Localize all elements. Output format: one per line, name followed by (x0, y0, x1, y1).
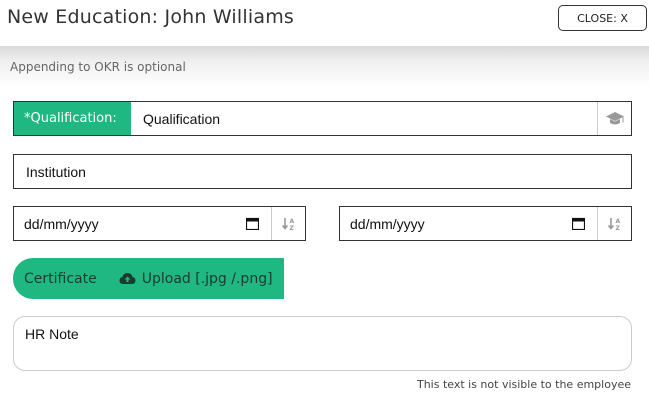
end-date-value[interactable]: dd/mm/yyyy (340, 216, 567, 232)
svg-text:Z: Z (289, 225, 294, 232)
qualification-input[interactable] (131, 102, 597, 135)
dialog-title: New Education: John Williams (7, 6, 295, 28)
upload-button[interactable]: Upload [.jpg /.png] (119, 271, 273, 287)
certificate-label: Certificate (24, 270, 97, 287)
cloud-upload-icon (119, 273, 136, 284)
calendar-icon[interactable] (241, 207, 263, 240)
start-date-value[interactable]: dd/mm/yyyy (14, 216, 241, 232)
sort-icon[interactable]: A Z (597, 207, 631, 240)
svg-text:A: A (289, 218, 294, 225)
hr-note-hint: This text is not visible to the employee (416, 378, 631, 391)
calendar-icon[interactable] (567, 207, 589, 240)
certificate-upload-row: Certificate Upload [.jpg /.png] (13, 258, 284, 299)
svg-text:Z: Z (615, 225, 620, 232)
graduation-cap-icon[interactable] (597, 102, 631, 135)
okr-banner: Appending to OKR is optional (0, 46, 649, 88)
hr-note-textarea[interactable]: HR Note (13, 316, 632, 371)
end-date-field[interactable]: dd/mm/yyyy A Z (339, 206, 632, 241)
start-date-field[interactable]: dd/mm/yyyy A Z (13, 206, 306, 241)
institution-input[interactable] (13, 154, 632, 189)
svg-text:A: A (615, 218, 620, 225)
dialog-header: New Education: John Williams CLOSE: X (0, 0, 649, 46)
sort-icon[interactable]: A Z (271, 207, 305, 240)
qualification-label: *Qualification: (14, 102, 131, 135)
close-button[interactable]: CLOSE: X (558, 5, 647, 31)
qualification-field: *Qualification: (13, 101, 632, 136)
okr-banner-text: Appending to OKR is optional (10, 60, 186, 74)
upload-label: Upload [.jpg /.png] (141, 270, 273, 287)
